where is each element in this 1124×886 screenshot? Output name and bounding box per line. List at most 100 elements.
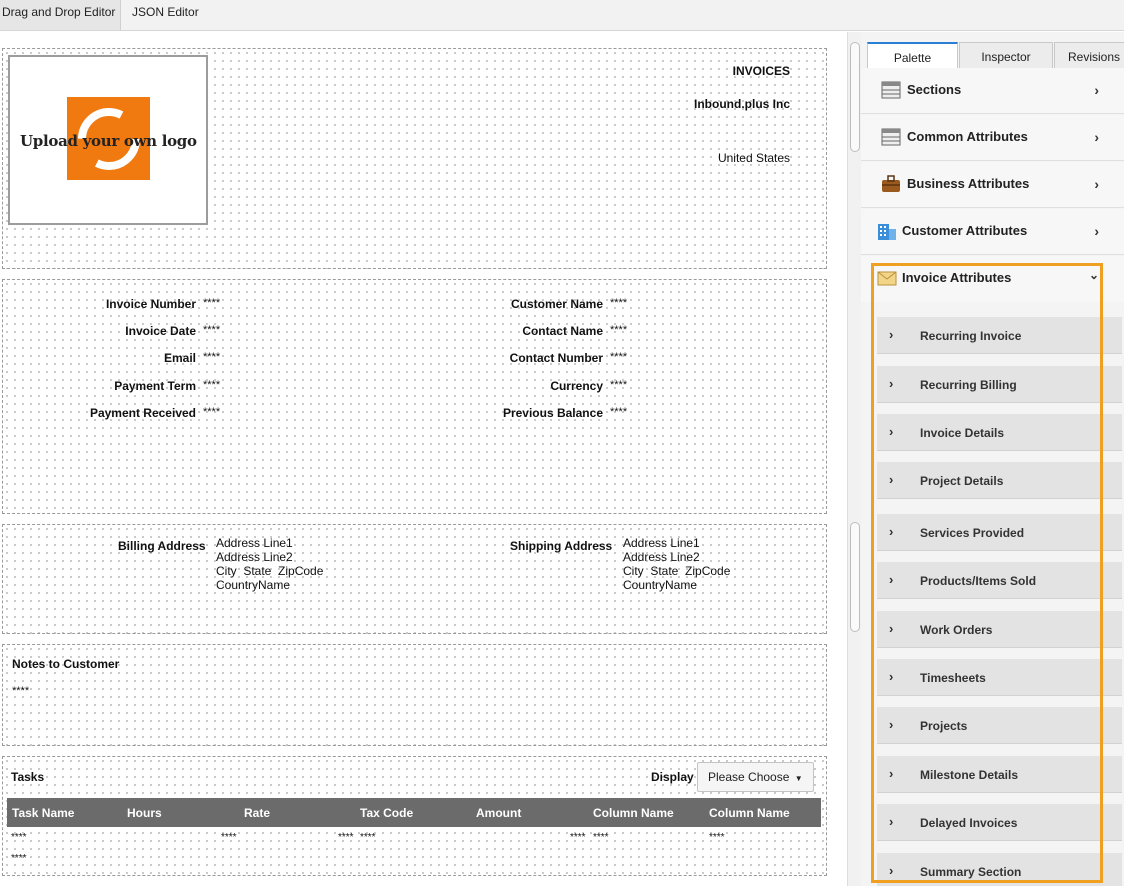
sub-item-invoice-details[interactable]: › Invoice Details [877,414,1122,451]
display-label: Display [651,770,694,784]
billing-line: Address Line1 [216,536,293,550]
sub-item-delayed-invoices[interactable]: › Delayed Invoices [877,804,1122,841]
billing-line: CountryName [216,578,291,592]
chevron-down-icon: ⌄ [1088,268,1099,282]
sub-item-label: Work Orders [920,623,993,637]
sub-item-milestone-details[interactable]: › Milestone Details [877,756,1122,793]
palette-item-customer-attributes[interactable]: Customer Attributes › [861,209,1124,255]
sub-item-products-items-sold[interactable]: › Products/Items Sold [877,562,1122,599]
right-value: **** [610,406,628,418]
editor-mode-bar: Drag and Drop Editor JSON Editor [0,0,1124,31]
left-value: **** [203,379,221,391]
palette-item-common-attributes[interactable]: Common Attributes › [861,115,1124,161]
shipping-address-label: Shipping Address [510,539,613,553]
invoice-canvas: Upload your own logo INVOICES Inbound.pl… [0,32,846,886]
logo-text: Upload your own logo [20,132,197,150]
left-value: **** [203,406,221,418]
canvas-scrollbar[interactable] [847,32,861,886]
tab-label: Revisions [1067,50,1121,64]
notes-value: **** [12,685,30,697]
tab-label: Drag and Drop Editor [2,5,116,19]
tab-json-editor[interactable]: JSON Editor [130,0,210,30]
shipping-address-lines: Address Line1 Address Line2 City State Z… [623,536,730,592]
shipping-line: City State ZipCode [623,564,731,578]
sub-item-work-orders[interactable]: › Work Orders [877,611,1122,648]
sub-item-label: Milestone Details [920,768,1019,782]
table-icon [881,81,901,99]
right-label: Contact Number [509,351,603,365]
sub-item-recurring-billing[interactable]: › Recurring Billing [877,366,1122,403]
table-cell: **** [360,832,376,843]
left-label: Payment Term [114,379,196,393]
chevron-right-icon: › [1094,176,1099,192]
palette-panel: Palette Inspector Revisions Sections › C… [861,32,1124,886]
right-label: Contact Name [522,324,603,338]
company-country: United States [717,151,790,165]
invoice-info-section[interactable] [2,279,827,514]
palette-item-sections[interactable]: Sections › [861,68,1124,114]
right-label: Previous Balance [502,406,603,420]
sub-item-label: Summary Section [920,865,1022,879]
display-select[interactable]: Please Choose ▼ [697,762,814,792]
chevron-right-icon: › [889,621,894,636]
palette-item-label: Business Attributes [907,176,1030,191]
sub-item-label: Recurring Invoice [920,329,1022,343]
chevron-right-icon: › [889,669,894,684]
palette-item-label: Customer Attributes [902,223,1028,238]
tab-label: Inspector [981,50,1031,64]
tasks-table-header: Task Name Hours Rate Tax Code Amount Col… [7,798,821,827]
column-header: Column Name [709,806,790,820]
chevron-right-icon: › [889,524,894,539]
tasks-title: Tasks [11,770,45,784]
sub-item-timesheets[interactable]: › Timesheets [877,659,1122,696]
chevron-right-icon: › [889,717,894,732]
tab-label: JSON Editor [132,5,199,19]
sub-item-recurring-invoice[interactable]: › Recurring Invoice [877,317,1122,354]
right-value: **** [610,297,628,309]
left-label: Invoice Date [125,324,196,338]
left-value: **** [203,297,221,309]
billing-address-lines: Address Line1 Address Line2 City State Z… [216,536,323,592]
right-label: Currency [550,379,603,393]
chevron-right-icon: › [889,766,894,781]
table-icon [881,128,901,146]
logo-upload[interactable]: Upload your own logo [8,55,208,225]
table-cell: **** [593,832,609,843]
table-cell: **** [709,832,725,843]
sub-item-label: Timesheets [920,671,986,685]
palette-item-business-attributes[interactable]: Business Attributes › [861,162,1124,208]
sub-item-label: Recurring Billing [920,378,1017,392]
right-value: **** [610,351,628,363]
tab-label: Palette [893,51,932,65]
chevron-right-icon: › [889,472,894,487]
table-cell: **** [221,832,237,843]
scrollbar-thumb[interactable] [850,522,860,632]
sub-item-label: Products/Items Sold [920,574,1037,588]
sub-item-services-provided[interactable]: › Services Provided [877,514,1122,551]
shipping-line: Address Line1 [623,536,700,550]
sub-item-project-details[interactable]: › Project Details [877,462,1122,499]
left-label: Payment Received [89,406,196,420]
sub-item-label: Invoice Details [920,426,1005,440]
sub-item-label: Services Provided [920,526,1025,540]
table-cell: **** [11,832,27,843]
sub-item-projects[interactable]: › Projects [877,707,1122,744]
scrollbar-thumb[interactable] [850,42,860,152]
chevron-right-icon: › [889,863,894,878]
notes-section[interactable] [2,644,827,746]
notes-title: Notes to Customer [12,657,120,671]
right-value: **** [610,379,628,391]
left-label: Invoice Number [105,297,196,311]
company-name: Inbound.plus Inc [694,97,790,111]
billing-line: Address Line2 [216,550,293,564]
shipping-line: Address Line2 [623,550,700,564]
column-header: Task Name [12,806,75,820]
table-cell: **** [11,853,27,864]
sub-item-summary-section[interactable]: › Summary Section [877,853,1122,886]
column-header: Tax Code [360,806,414,820]
sub-item-label: Delayed Invoices [920,816,1018,830]
tab-drag-and-drop-editor[interactable]: Drag and Drop Editor [0,0,121,30]
chevron-right-icon: › [889,572,894,587]
palette-item-label: Invoice Attributes [902,270,1012,285]
palette-item-invoice-attributes[interactable]: Invoice Attributes ⌄ [861,256,1124,302]
